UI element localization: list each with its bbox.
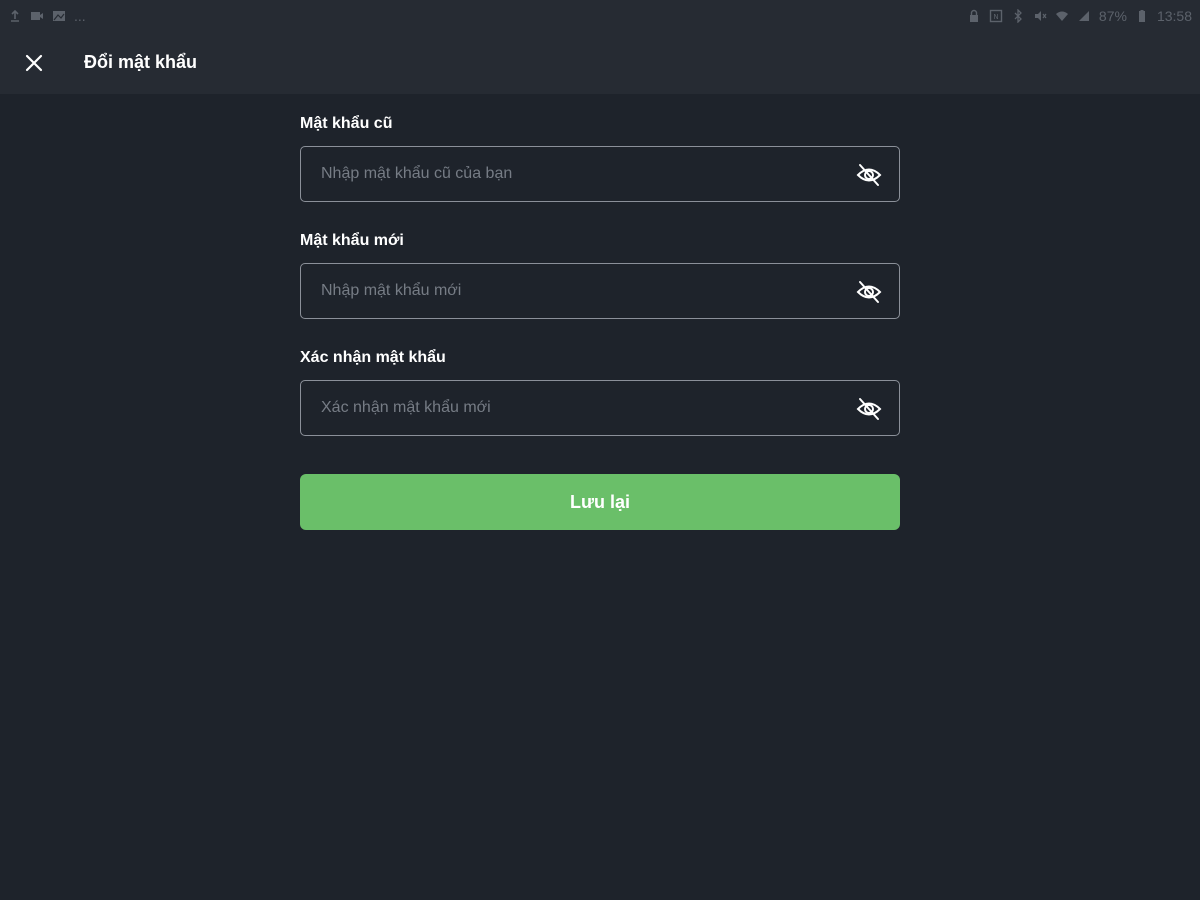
image-icon [52, 9, 66, 23]
wifi-icon [1055, 9, 1069, 23]
bluetooth-icon [1011, 9, 1025, 23]
old-password-visibility-toggle[interactable] [855, 161, 883, 189]
old-password-label: Mật khẩu cũ [300, 115, 393, 132]
status-bar: ... N 87% 13:58 [0, 0, 1200, 32]
old-password-input[interactable] [301, 147, 899, 201]
confirm-password-label: Xác nhận mật khẩu [300, 349, 446, 366]
video-icon [30, 9, 44, 23]
new-password-box [300, 263, 900, 319]
new-password-input[interactable] [301, 264, 899, 318]
new-password-group: Mật khẩu mới [300, 231, 900, 319]
more-notifications: ... [74, 8, 86, 24]
close-button[interactable] [18, 47, 50, 79]
eye-off-icon [855, 395, 883, 423]
confirm-password-input[interactable] [301, 381, 899, 435]
new-password-visibility-toggle[interactable] [855, 278, 883, 306]
eye-off-icon [855, 161, 883, 189]
nfc-icon: N [989, 9, 1003, 23]
page-title: Đổi mật khẩu [84, 52, 198, 72]
status-bar-left: ... [8, 8, 86, 24]
battery-icon [1135, 9, 1149, 23]
eye-off-icon [855, 278, 883, 306]
new-password-label: Mật khẩu mới [300, 232, 404, 249]
lock-icon [967, 9, 981, 23]
status-bar-right: N 87% 13:58 [967, 8, 1192, 24]
save-button[interactable]: Lưu lại [300, 474, 900, 530]
old-password-group: Mật khẩu cũ [300, 114, 900, 202]
signal-icon [1077, 9, 1091, 23]
close-icon [24, 53, 44, 73]
upload-icon [8, 9, 22, 23]
svg-text:N: N [993, 13, 998, 21]
old-password-box [300, 146, 900, 202]
confirm-password-box [300, 380, 900, 436]
clock: 13:58 [1156, 8, 1192, 24]
mute-icon [1033, 9, 1047, 23]
app-bar: Đổi mật khẩu [0, 32, 1200, 94]
battery-percent: 87% [1098, 8, 1127, 24]
confirm-password-visibility-toggle[interactable] [855, 395, 883, 423]
confirm-password-group: Xác nhận mật khẩu [300, 348, 900, 436]
